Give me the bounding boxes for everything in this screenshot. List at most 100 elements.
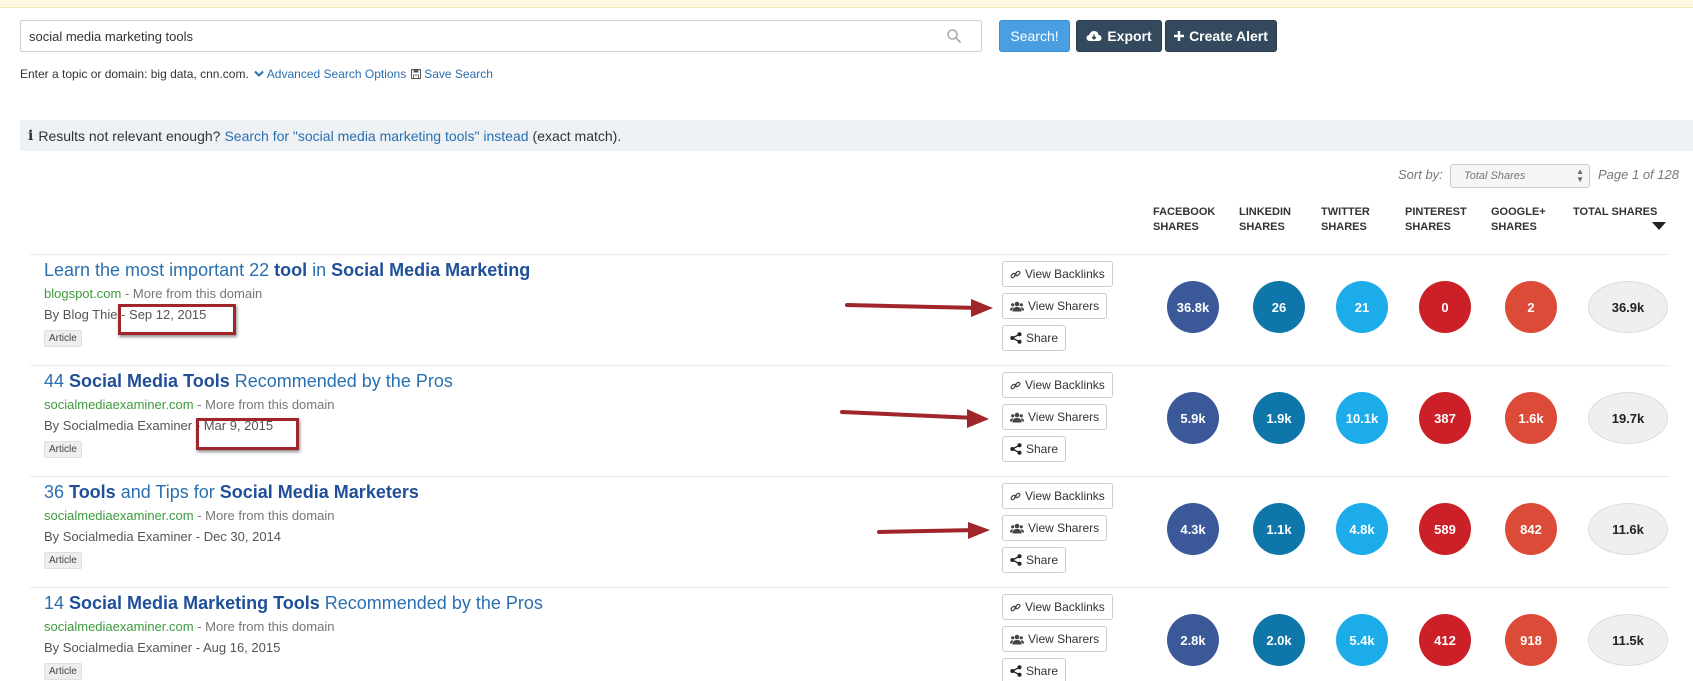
more-from-domain-link[interactable]: - More from this domain (194, 619, 334, 634)
advanced-search-link[interactable]: Advanced Search Options (254, 67, 406, 81)
view-backlinks-button[interactable]: View Backlinks (1002, 594, 1113, 620)
content-type-badge: Article (44, 441, 82, 458)
result-title-link[interactable]: 14 Social Media Marketing Tools Recommen… (44, 593, 543, 614)
page-indicator: Page 1 of 128 (1598, 167, 1679, 182)
column-header-line: TWITTER (1321, 206, 1370, 218)
view-backlinks-button[interactable]: View Backlinks (1002, 261, 1113, 287)
share-label: Share (1026, 442, 1059, 456)
content-type-badge: Article (44, 552, 82, 569)
result-domain-line: socialmediaexaminer.com - More from this… (44, 508, 334, 523)
view-sharers-label: View Sharers (1028, 299, 1100, 313)
result-domain-link[interactable]: socialmediaexaminer.com (44, 619, 194, 634)
twitter-shares-count: 5.4k (1336, 614, 1388, 666)
users-icon (1010, 523, 1024, 533)
notice-suffix: (exact match). (532, 127, 622, 144)
cloud-download-icon (1086, 31, 1102, 41)
result-domain-link[interactable]: socialmediaexaminer.com (44, 397, 194, 412)
result-byline: By Socialmedia Examiner - Dec 30, 2014 (44, 529, 281, 544)
column-header-line: LINKEDIN (1239, 206, 1291, 218)
twitter-shares-count: 10.1k (1336, 392, 1388, 444)
byline-separator: - (192, 640, 203, 655)
title-segment: Tools (69, 482, 116, 502)
result-title-link[interactable]: Learn the most important 22 tool in Soci… (44, 260, 530, 281)
result-domain-link[interactable]: socialmediaexaminer.com (44, 508, 194, 523)
column-header-line: PINTEREST (1405, 206, 1467, 218)
search-button-label: Search! (1010, 28, 1059, 44)
users-icon (1010, 412, 1024, 422)
share-label: Share (1026, 664, 1059, 678)
view-backlinks-button[interactable]: View Backlinks (1002, 372, 1113, 398)
column-header-twitter[interactable]: TWITTER SHARES (1321, 205, 1370, 235)
result-author: By Socialmedia Examiner (44, 640, 193, 655)
view-backlinks-button[interactable]: View Backlinks (1002, 483, 1113, 509)
column-header-facebook[interactable]: FACEBOOK SHARES (1153, 205, 1215, 235)
googleplus-shares-count: 1.6k (1505, 392, 1557, 444)
result-title-link[interactable]: 44 Social Media Tools Recommended by the… (44, 371, 453, 392)
view-backlinks-label: View Backlinks (1025, 489, 1105, 503)
view-backlinks-label: View Backlinks (1025, 267, 1105, 281)
result-date: Aug 16, 2015 (202, 640, 281, 655)
column-header-googleplus[interactable]: GOOGLE+ SHARES (1491, 205, 1546, 235)
column-header-line: SHARES (1405, 221, 1451, 233)
googleplus-shares-count: 842 (1505, 503, 1557, 555)
title-segment: Recommended by the Pros (319, 593, 543, 613)
title-segment: 36 (44, 482, 70, 502)
title-segment: Learn the most important 22 (44, 260, 275, 280)
date-highlight-box (118, 304, 236, 335)
sort-selected-value: Total Shares (1464, 170, 1526, 182)
sort-select[interactable]: Total Shares ▲ ▼ (1450, 164, 1590, 188)
users-icon (1010, 301, 1024, 311)
googleplus-shares-count: 2 (1505, 281, 1557, 333)
result-domain-line: socialmediaexaminer.com - More from this… (44, 619, 334, 634)
title-segment: Recommended by the Pros (229, 371, 453, 391)
facebook-shares-count: 36.8k (1167, 281, 1219, 333)
twitter-shares-count: 21 (1336, 281, 1388, 333)
search-button[interactable]: Search! (999, 20, 1070, 52)
date-highlight-box (196, 418, 299, 450)
view-sharers-button[interactable]: View Sharers (1002, 626, 1108, 652)
title-segment: Social Media Marketing (331, 260, 531, 280)
share-button[interactable]: Share (1002, 436, 1067, 462)
relevance-notice: i Results not relevant enough? Search fo… (20, 120, 1693, 151)
search-input[interactable] (20, 20, 982, 52)
result-byline: By Socialmedia Examiner - Aug 16, 2015 (44, 640, 280, 655)
result-author: By Socialmedia Examiner (44, 529, 193, 544)
total-shares-count: 11.6k (1588, 503, 1668, 555)
twitter-shares-count: 4.8k (1336, 503, 1388, 555)
result-author: By Blog Thie (44, 307, 118, 322)
linkedin-shares-count: 1.9k (1253, 392, 1305, 444)
exact-match-search-link[interactable]: Search for "social media marketing tools… (224, 128, 528, 144)
column-header-pinterest[interactable]: PINTEREST SHARES (1405, 205, 1467, 235)
save-search-link[interactable]: Save Search (411, 67, 493, 81)
annotation-arrow (877, 522, 990, 539)
advanced-search-label: Advanced Search Options (266, 67, 407, 81)
more-from-domain-link[interactable]: - More from this domain (194, 397, 334, 412)
title-segment: Social Media Marketers (219, 482, 419, 502)
view-backlinks-label: View Backlinks (1025, 600, 1105, 614)
result-domain-link[interactable]: blogspot.com (44, 286, 121, 301)
column-header-linkedin[interactable]: LINKEDIN SHARES (1239, 205, 1291, 235)
search-icon[interactable] (946, 28, 962, 44)
share-button[interactable]: Share (1002, 325, 1067, 351)
content-type-badge: Article (44, 663, 82, 680)
share-button[interactable]: Share (1002, 547, 1067, 573)
select-arrows-icon: ▲ ▼ (1576, 167, 1584, 184)
view-sharers-button[interactable]: View Sharers (1002, 293, 1108, 319)
result-title-link[interactable]: 36 Tools and Tips for Social Media Marke… (44, 482, 419, 503)
chevron-down-icon (254, 70, 264, 77)
sort-desc-caret-icon[interactable] (1652, 222, 1666, 230)
more-from-domain-link[interactable]: - More from this domain (121, 286, 262, 301)
column-header-total[interactable]: TOTAL SHARES (1573, 205, 1657, 220)
share-button[interactable]: Share (1002, 658, 1067, 681)
pinterest-shares-count: 387 (1419, 392, 1471, 444)
title-segment: tool (274, 260, 308, 280)
more-from-domain-link[interactable]: - More from this domain (194, 508, 334, 523)
view-sharers-label: View Sharers (1028, 521, 1100, 535)
export-button[interactable]: Export (1076, 20, 1162, 52)
sort-label: Sort by: (1398, 167, 1443, 182)
search-hint-text: Enter a topic or domain: big data, cnn.c… (20, 67, 249, 81)
view-sharers-button[interactable]: View Sharers (1002, 404, 1108, 430)
link-icon (1010, 603, 1021, 611)
create-alert-button[interactable]: Create Alert (1165, 20, 1277, 52)
view-sharers-button[interactable]: View Sharers (1002, 515, 1108, 541)
